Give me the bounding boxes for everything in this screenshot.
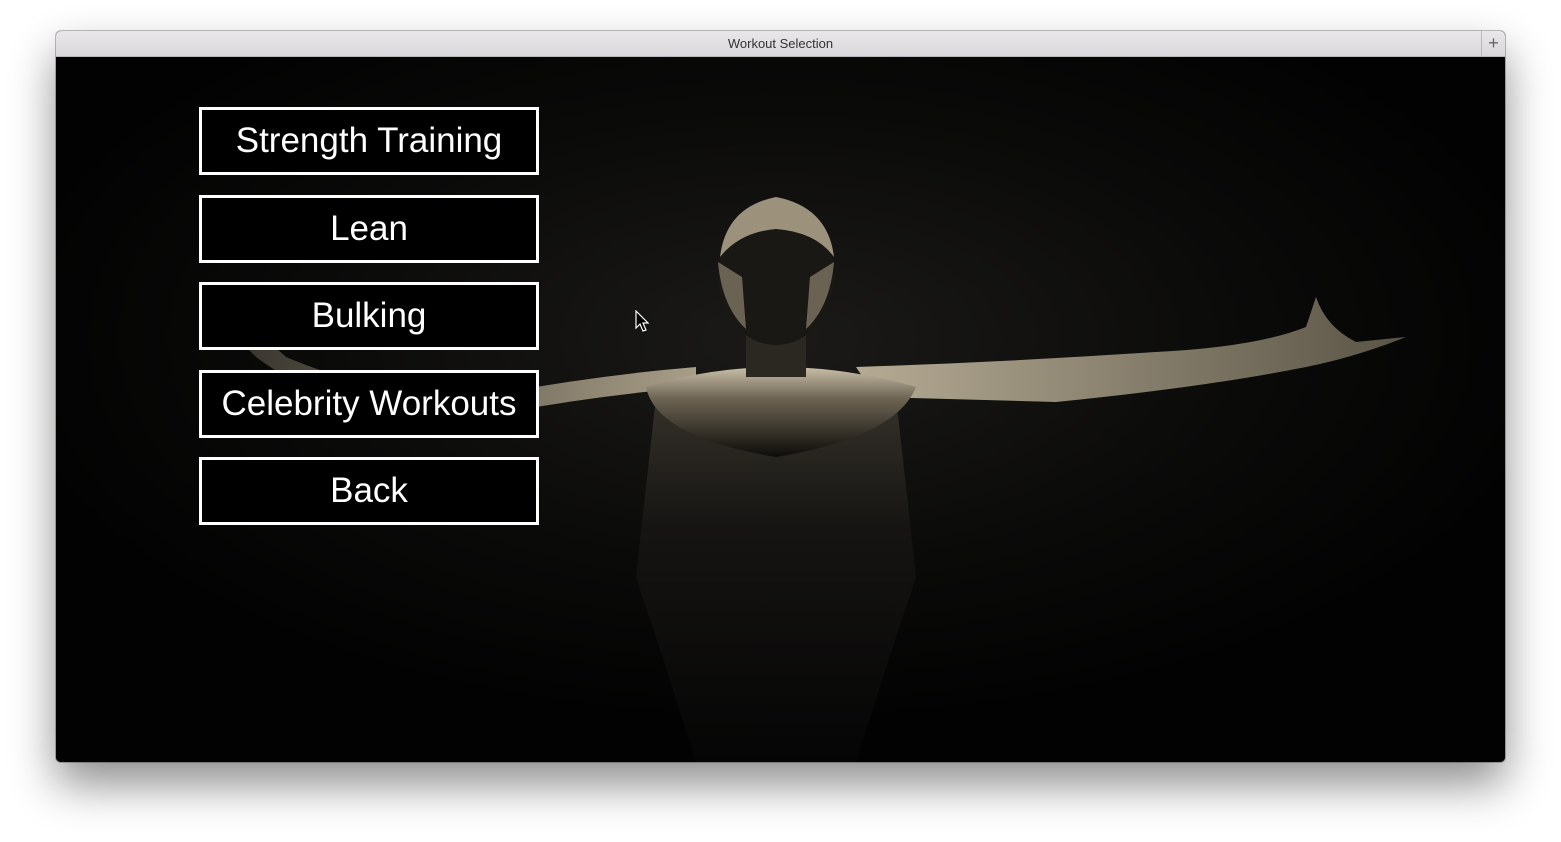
window-title: Workout Selection xyxy=(727,36,834,51)
celebrity-workouts-button[interactable]: Celebrity Workouts xyxy=(199,370,539,438)
lean-button[interactable]: Lean xyxy=(199,195,539,263)
strength-training-button[interactable]: Strength Training xyxy=(199,107,539,175)
app-window: Workout Selection + Strength Training Le… xyxy=(56,31,1505,762)
bulking-button[interactable]: Bulking xyxy=(199,282,539,350)
title-bar[interactable]: Workout Selection + xyxy=(56,31,1505,57)
mouse-cursor-icon xyxy=(635,310,650,332)
add-tab-button[interactable]: + xyxy=(1481,31,1505,56)
back-button[interactable]: Back xyxy=(199,457,539,525)
workout-selection-view: Strength Training Lean Bulking Celebrity… xyxy=(56,57,1505,762)
